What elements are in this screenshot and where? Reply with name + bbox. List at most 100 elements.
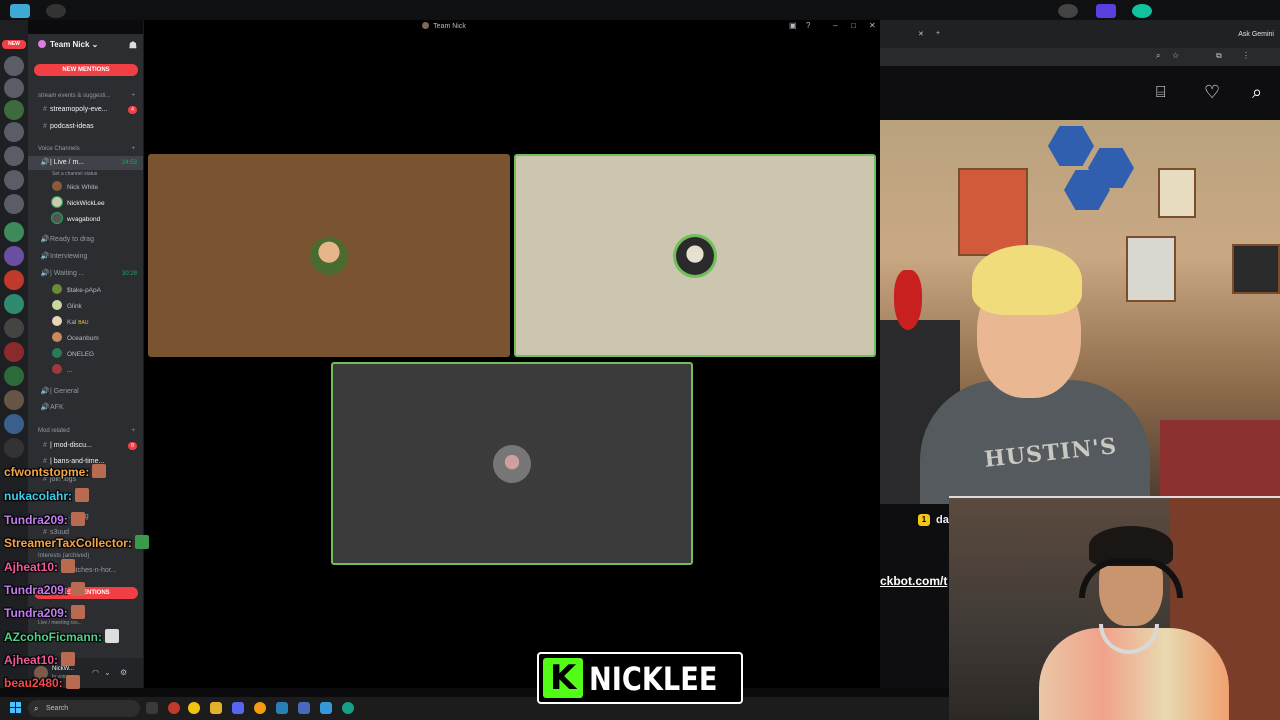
channel-mod-discussion[interactable]: # | mod-discu... 8 — [28, 439, 143, 453]
emote-icon — [92, 464, 107, 478]
server-icon[interactable] — [4, 270, 24, 290]
server-icon[interactable] — [4, 342, 24, 362]
server-icon[interactable] — [4, 56, 24, 76]
extensions-icon[interactable]: ⧉ — [1216, 51, 1222, 61]
site-toolbar: ⌸ ♡ ⌕ — [880, 66, 1280, 120]
app-icon[interactable] — [254, 702, 266, 714]
zoom-icon[interactable]: ⌕ — [1156, 51, 1160, 61]
server-icon[interactable] — [4, 170, 24, 190]
new-mentions-pill[interactable]: NEW MENTIONS — [34, 64, 138, 76]
chat-message: cfwontstopme: — [4, 464, 107, 479]
discord-icon[interactable] — [232, 702, 244, 714]
server-icon[interactable] — [4, 438, 24, 458]
server-icon[interactable] — [4, 414, 24, 434]
category-stream[interactable]: stream events & suggesti... + — [28, 89, 143, 103]
voice-user[interactable]: Nick White — [52, 181, 98, 195]
server-icon[interactable] — [4, 78, 24, 98]
chat-message: StreamerTaxCollector: — [4, 535, 149, 550]
app-icon[interactable] — [168, 702, 180, 714]
server-header[interactable]: Team Nick ⌄ ☗ — [28, 34, 143, 58]
apps-grid-icon[interactable] — [1096, 4, 1116, 18]
voice-user[interactable]: ONELEG — [52, 348, 94, 362]
voice-channel-waiting[interactable]: 🔊| Waiting ... 30:28 — [28, 267, 143, 281]
user-tag: BAU — [78, 320, 89, 326]
maximize-button[interactable]: □ — [851, 21, 856, 30]
voice-channel-afk[interactable]: 🔊AFK — [28, 401, 143, 415]
channel-streamopoly[interactable]: # streamopoly-eve... 4 — [28, 103, 143, 117]
server-icon[interactable] — [4, 246, 24, 266]
folder-icon[interactable] — [210, 702, 222, 714]
server-icon[interactable] — [4, 146, 24, 166]
participant-tile[interactable] — [148, 154, 510, 357]
help-icon[interactable]: ? — [806, 21, 810, 30]
chat-message: Ajheat10: — [4, 652, 76, 667]
server-icon[interactable] — [4, 294, 24, 314]
emote-icon — [70, 512, 85, 526]
voice-user[interactable]: $take-pApA — [52, 284, 101, 298]
guitar — [894, 270, 922, 330]
obs-icon[interactable] — [46, 4, 66, 18]
browser-window: ✕ + Ask Gemini ⌕ ☆ ⧉ ⋮ ⌸ ♡ ⌕ — [880, 20, 1280, 120]
voice-user[interactable]: Kal BAU — [52, 316, 89, 330]
search-icon[interactable]: ⌕ — [1252, 82, 1262, 103]
new-tab-button[interactable]: + — [936, 30, 940, 37]
minimize-button[interactable]: – — [833, 21, 837, 30]
server-icon[interactable] — [4, 222, 24, 242]
close-tab-icon[interactable]: ✕ — [918, 30, 924, 38]
voice-channel-interviewing[interactable]: 🔊Interviewing — [28, 250, 143, 264]
wall-art — [1158, 168, 1196, 218]
server-icon[interactable] — [4, 390, 24, 410]
inbox-icon[interactable]: ▣ — [789, 21, 797, 30]
windows-start-icon[interactable] — [10, 702, 22, 714]
app-icon[interactable] — [276, 702, 288, 714]
voice-user[interactable]: Glink — [52, 300, 82, 314]
coin-icon: 1 — [918, 514, 930, 526]
host-webcam — [949, 496, 1280, 720]
channel-status[interactable]: Set a channel status — [28, 167, 143, 181]
category-voice[interactable]: Voice Channels + — [28, 142, 143, 156]
app-icon[interactable] — [320, 702, 332, 714]
server-icon[interactable] — [4, 122, 24, 142]
address-bar[interactable]: ⌕ ☆ ⧉ ⋮ — [880, 48, 1280, 66]
archive-icon[interactable]: ⌸ — [1156, 84, 1166, 102]
chat-message: beau2480: — [4, 675, 80, 690]
voice-user[interactable]: wvagabond — [52, 213, 100, 227]
participant-tile-speaking[interactable] — [514, 154, 876, 357]
voice-user[interactable]: NickWickLee — [52, 197, 105, 211]
ask-gemini-button[interactable]: Ask Gemini — [1238, 31, 1274, 38]
app-icon[interactable] — [10, 4, 30, 18]
chat-message: AZcohoFicmann: — [4, 629, 119, 644]
server-icon[interactable] — [4, 194, 24, 214]
person-hair — [972, 245, 1082, 315]
server-icon[interactable] — [4, 366, 24, 386]
new-badge: NEW — [2, 40, 26, 49]
app-icon[interactable] — [298, 702, 310, 714]
voice-user[interactable]: ... — [52, 364, 72, 378]
star-icon[interactable]: ☆ — [1172, 51, 1179, 60]
app-icon[interactable] — [342, 702, 354, 714]
voice-user[interactable]: Oceanbum — [52, 332, 99, 346]
bot-link[interactable]: ckbot.com/t — [880, 574, 947, 588]
chat-message: nukacolahr: — [4, 488, 90, 503]
chrome-icon[interactable] — [188, 702, 200, 714]
category-mod[interactable]: Mod related + — [28, 424, 143, 438]
voice-channel-ready[interactable]: 🔊Ready to drag — [28, 233, 143, 247]
heart-icon[interactable]: ♡ — [1204, 82, 1220, 103]
channel-podcast-ideas[interactable]: # podcast-ideas — [28, 120, 143, 134]
extension-icon[interactable] — [1058, 4, 1078, 18]
participant-tile-speaking[interactable] — [331, 362, 693, 565]
avatar — [676, 236, 714, 275]
invite-user-icon[interactable]: ☗ — [129, 40, 137, 51]
server-icon[interactable] — [4, 100, 24, 120]
unread-count: 4 — [128, 106, 137, 114]
task-view-icon[interactable] — [146, 702, 158, 714]
emote-icon — [70, 582, 85, 596]
server-icon[interactable] — [4, 318, 24, 338]
taskbar-search[interactable]: ⌕ Search — [28, 700, 140, 717]
taskbar: ⌕ Search — [0, 697, 949, 720]
assistant-icon[interactable] — [1132, 4, 1152, 18]
voice-channel-general[interactable]: 🔊| General — [28, 385, 143, 399]
close-button[interactable]: ✕ — [869, 21, 876, 30]
tab-bar: ✕ + Ask Gemini — [880, 20, 1280, 48]
menu-icon[interactable]: ⋮ — [1242, 51, 1250, 60]
